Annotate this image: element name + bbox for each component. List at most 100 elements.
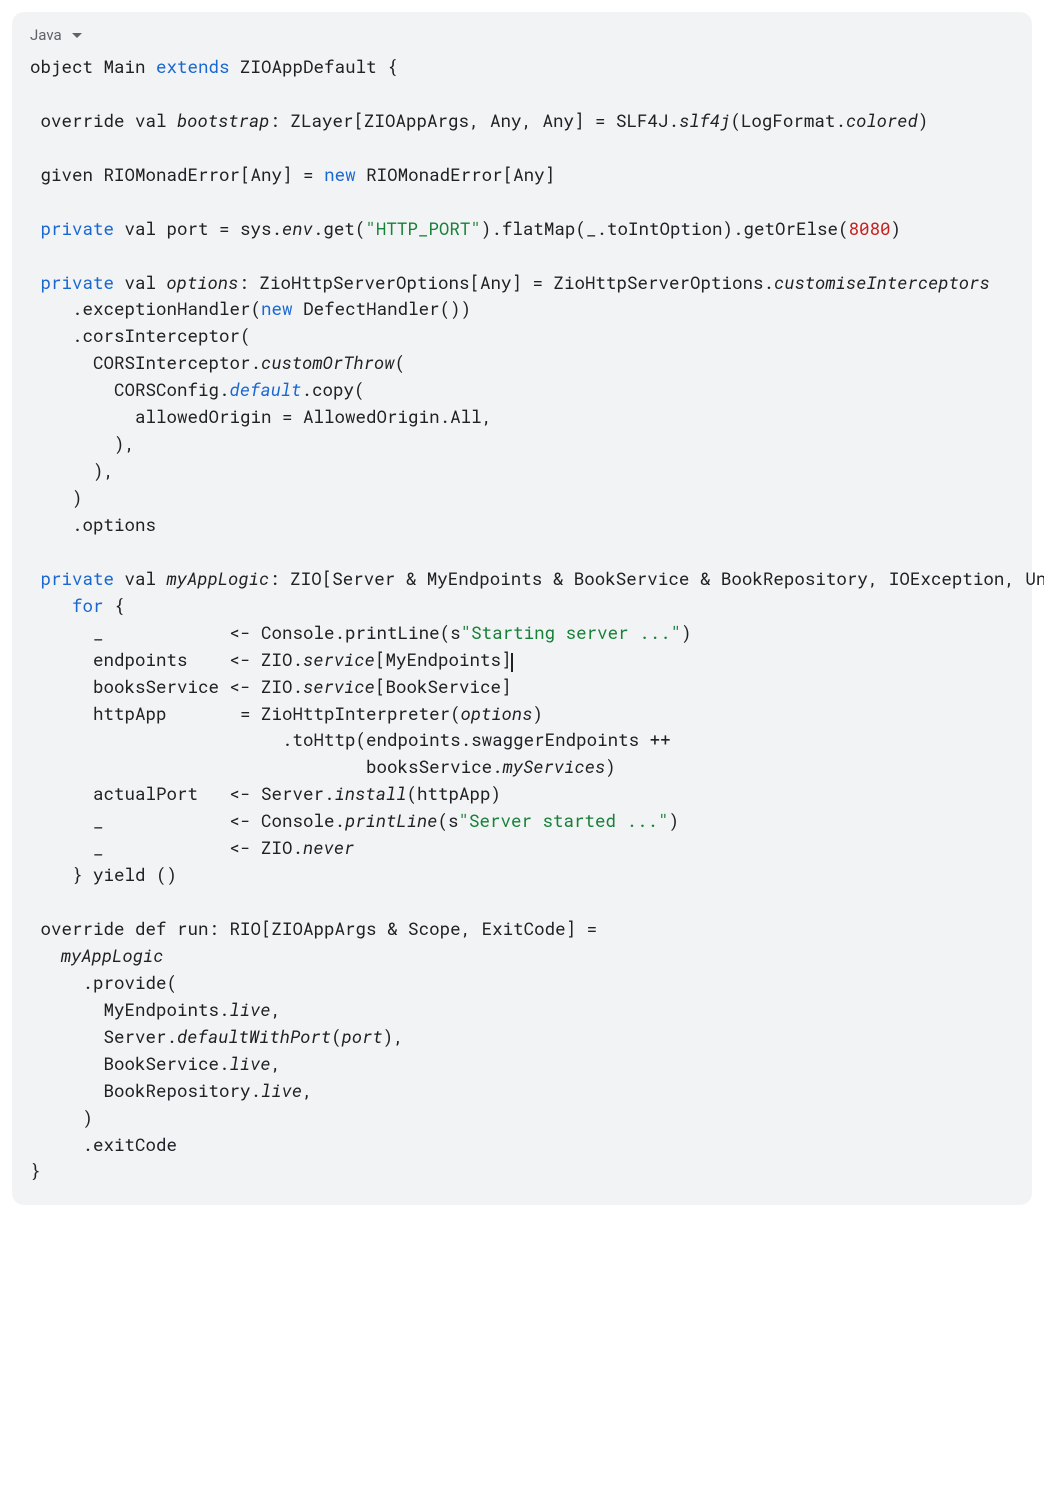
code-text: , (271, 1052, 282, 1075)
code-text: ).flatMap(_.toIntOption).getOrElse( (481, 217, 849, 240)
language-label: Java (30, 26, 62, 44)
code-text: CORSConfig. (30, 378, 230, 401)
identifier: port (342, 1025, 383, 1048)
identifier: bootstrap (177, 109, 269, 132)
code-text: _ <- Console. (30, 809, 345, 832)
keyword: for (30, 594, 104, 617)
code-text: ) (532, 702, 543, 725)
identifier: never (303, 836, 354, 859)
code-text: MyEndpoints. (30, 998, 230, 1021)
code-text: .exitCode (30, 1133, 177, 1156)
identifier: options (167, 271, 239, 294)
code-text: BookRepository. (30, 1079, 261, 1102)
keyword: private (30, 567, 114, 590)
identifier: myServices (503, 755, 606, 778)
code-text: [MyEndpoints] (375, 648, 512, 671)
code-text: allowedOrigin = AllowedOrigin.All, (30, 405, 492, 428)
code-text: .copy( (301, 378, 364, 401)
code-text: val port = sys. (114, 217, 282, 240)
code-text: ZIOAppDefault { (230, 55, 398, 78)
code-text: ) (30, 1106, 93, 1129)
code-text: ) (30, 486, 83, 509)
code-text: val (114, 567, 167, 590)
identifier: customOrThrow (261, 351, 395, 374)
code-text: CORSInterceptor. (30, 351, 261, 374)
code-text: booksService. (30, 755, 503, 778)
code-text: .get( (313, 217, 366, 240)
identifier: defaultWithPort (177, 1025, 331, 1048)
identifier: live (230, 998, 271, 1021)
code-text: : ZIO[Server & MyEndpoints & BookService… (269, 567, 1044, 590)
code-text: ( (395, 351, 406, 374)
code-text: val (114, 271, 167, 294)
code-text: .toHttp(endpoints.swaggerEndpoints ++ (30, 728, 671, 751)
keyword: new (324, 163, 356, 186)
identifier: env (282, 217, 313, 240)
text-cursor-icon (511, 653, 513, 671)
string-literal: "Server started ..." (459, 809, 669, 832)
code-text: { (104, 594, 125, 617)
keyword: private (30, 217, 114, 240)
keyword: new (261, 297, 293, 320)
code-text: booksService <- ZIO. (30, 675, 303, 698)
code-text: BookService. (30, 1052, 230, 1075)
code-text: override val (30, 109, 177, 132)
identifier: live (261, 1079, 302, 1102)
code-text: ) (681, 621, 692, 644)
code-block-container: Java object Main extends ZIOAppDefault {… (12, 12, 1032, 1205)
identifier: default (230, 378, 302, 401)
code-text: ), (383, 1025, 404, 1048)
code-text: , (302, 1079, 313, 1102)
code-text: } yield () (30, 863, 177, 886)
code-text: RIOMonadError[Any] (356, 163, 556, 186)
identifier: service (303, 675, 375, 698)
code-text: .corsInterceptor( (30, 324, 251, 347)
code-text: ) (605, 755, 616, 778)
identifier: live (230, 1052, 271, 1075)
code-text: given RIOMonadError[Any] = (30, 163, 324, 186)
code-text: .exceptionHandler( (30, 297, 261, 320)
code-text: actualPort <- Server. (30, 782, 335, 805)
identifier: customiseInterceptors (774, 271, 990, 294)
code-text: : ZLayer[ZIOAppArgs, Any, Any] = SLF4J. (269, 109, 679, 132)
code-text: ( (331, 1025, 342, 1048)
caret-down-icon (72, 33, 82, 38)
code-text: Server. (30, 1025, 177, 1048)
code-text: ) (669, 809, 680, 832)
keyword: extends (156, 55, 230, 78)
code-text: ), (30, 432, 135, 455)
code-text: object Main (30, 55, 156, 78)
code-text: [BookService] (375, 675, 512, 698)
code-text: , (271, 998, 282, 1021)
string-literal: "Starting server ..." (461, 621, 682, 644)
code-text: DefectHandler()) (293, 297, 472, 320)
identifier: slf4j (679, 109, 730, 132)
code-text: httpApp = ZioHttpInterpreter( (30, 702, 461, 725)
number-literal: 8080 (848, 217, 890, 240)
code-header[interactable]: Java (30, 26, 1014, 44)
identifier: options (461, 702, 533, 725)
string-literal: "HTTP_PORT" (365, 217, 481, 240)
code-text: endpoints <- ZIO. (30, 648, 303, 671)
code-text: ) (918, 109, 929, 132)
code-text: (s (438, 809, 459, 832)
code-text: .provide( (30, 971, 177, 994)
code-text: override def run: RIO[ZIOAppArgs & Scope… (30, 917, 597, 940)
code-text: : ZioHttpServerOptions[Any] = ZioHttpSer… (238, 271, 774, 294)
identifier: install (335, 782, 407, 805)
code-text: (httpApp) (406, 782, 501, 805)
code-text: .options (30, 513, 156, 536)
identifier: myAppLogic (30, 944, 164, 967)
identifier: colored (846, 109, 918, 132)
identifier: printLine (345, 809, 437, 832)
code-text: (LogFormat. (730, 109, 846, 132)
keyword: private (30, 271, 114, 294)
identifier: myAppLogic (167, 567, 270, 590)
code-text: _ <- ZIO. (30, 836, 303, 859)
identifier: service (303, 648, 375, 671)
code-text: _ <- Console.printLine(s (30, 621, 461, 644)
code-text: } (30, 1159, 41, 1182)
code-text: ), (30, 459, 114, 482)
code-content: object Main extends ZIOAppDefault { over… (30, 54, 1014, 1185)
code-text: ) (891, 217, 902, 240)
